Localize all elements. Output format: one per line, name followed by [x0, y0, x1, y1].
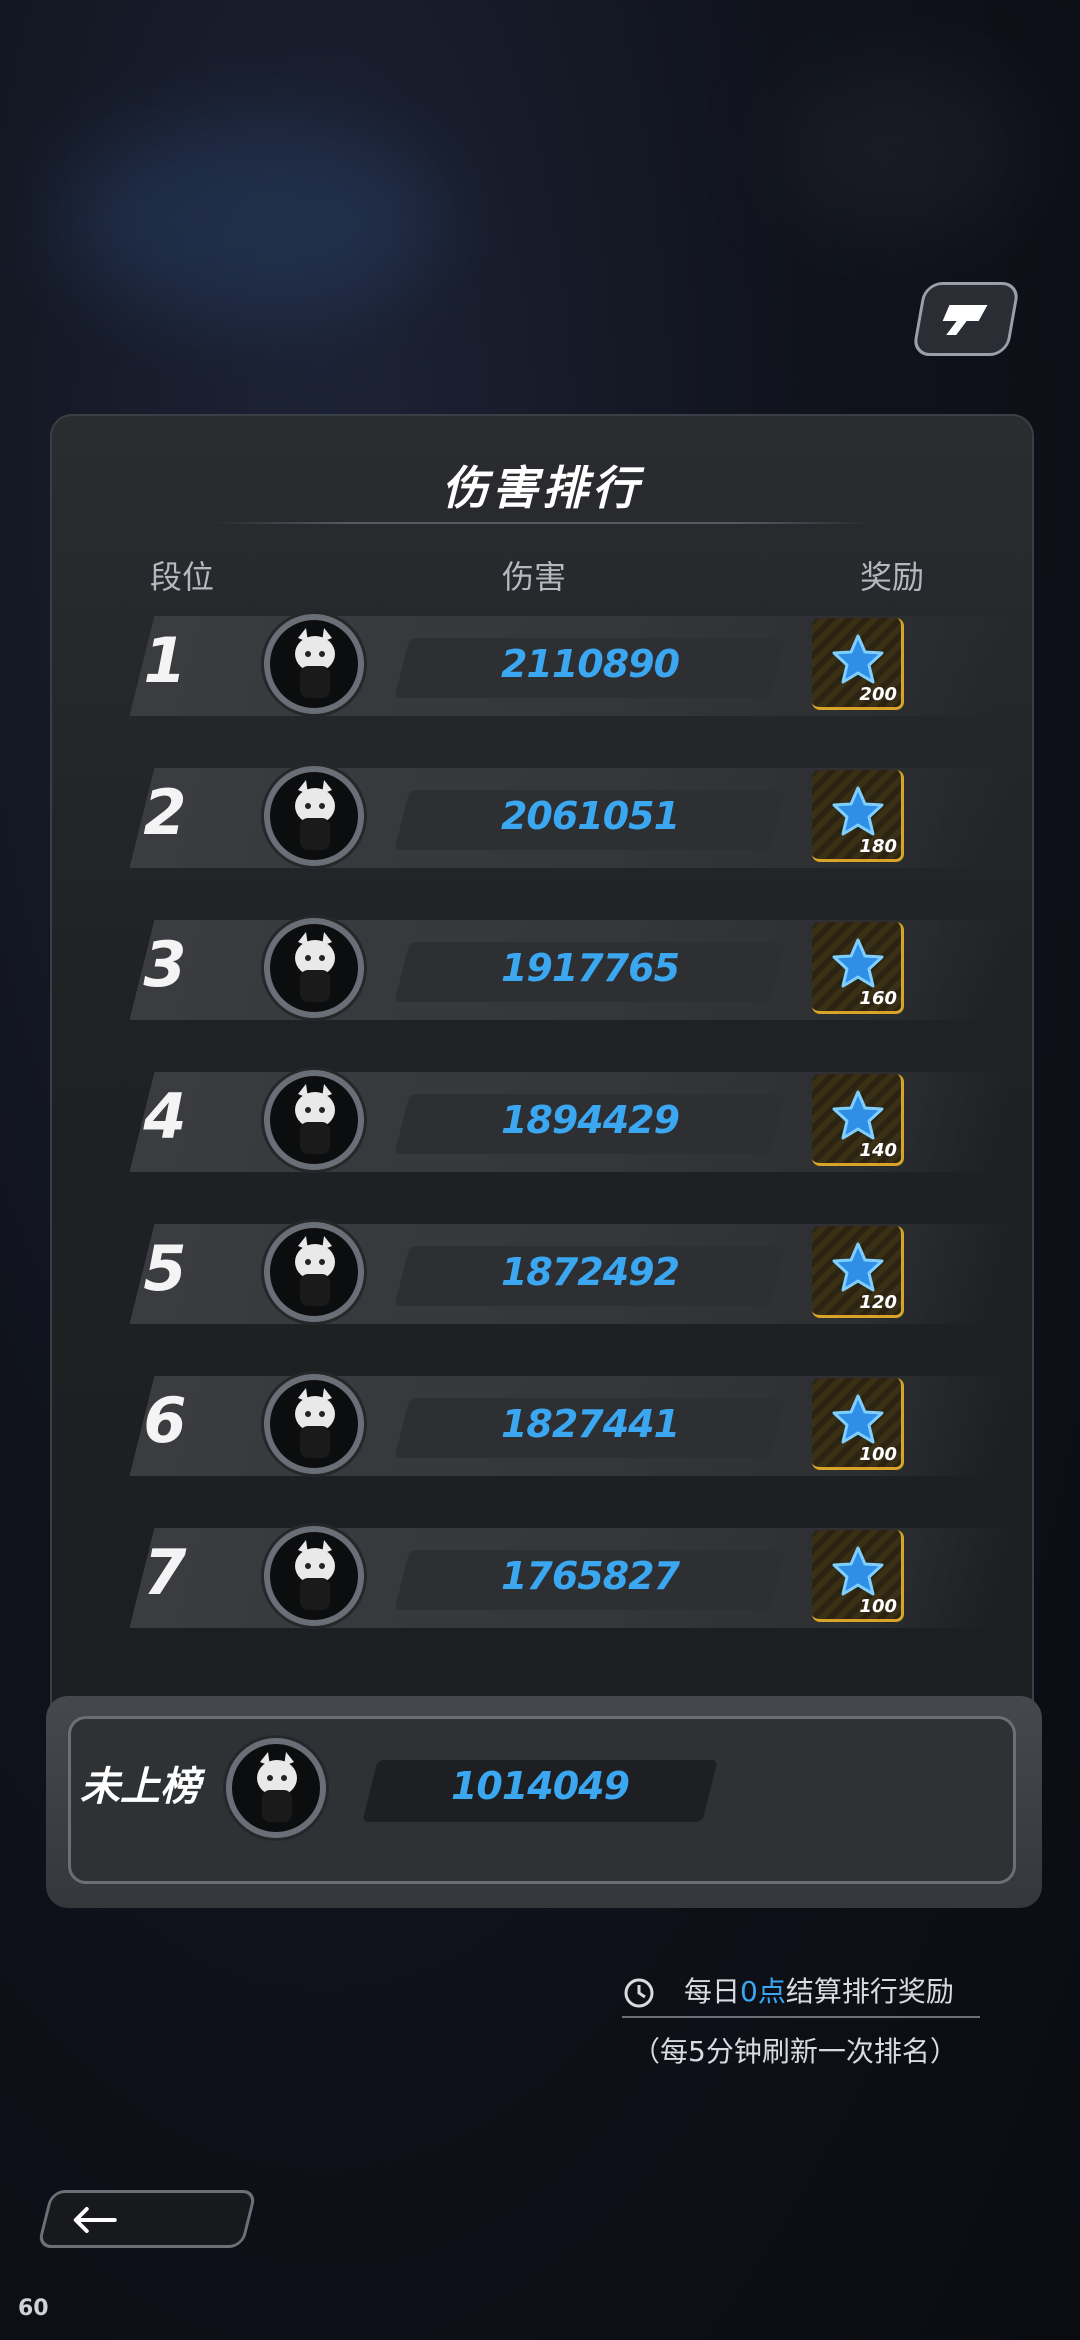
rank-number: 4 [143, 1080, 187, 1153]
rank-number: 6 [143, 1384, 187, 1457]
header-damage: 伤害 [502, 558, 567, 596]
rank-number: 5 [143, 1232, 187, 1305]
reward-amount: 180 [859, 836, 897, 857]
reward-amount: 160 [859, 988, 897, 1009]
player-avatar[interactable] [264, 766, 364, 866]
title-divider [212, 522, 872, 524]
refresh-note: （每5分钟刷新一次排名） [632, 2035, 958, 2068]
reward-item[interactable]: 180 [812, 770, 904, 862]
player-avatar[interactable] [264, 1374, 364, 1474]
reward-amount: 140 [859, 1140, 897, 1161]
player-avatar[interactable] [264, 918, 364, 1018]
table-row: 6 1827441 100 [52, 1366, 1036, 1486]
reward-amount: 100 [859, 1596, 897, 1617]
damage-value: 1894429 [500, 1098, 680, 1142]
player-avatar[interactable] [264, 1222, 364, 1322]
table-row: 3 1917765 160 [52, 910, 1036, 1030]
table-row: 5 1872492 120 [52, 1214, 1036, 1334]
damage-value: 1765827 [500, 1554, 680, 1598]
damage-ranking-panel: 伤害排行 段位 伤害 奖励 1 2110890 200 2 2061051 180 3 191… [46, 414, 1042, 1908]
share-icon [942, 305, 988, 335]
my-damage-value: 1014049 [450, 1764, 630, 1808]
table-row: 7 1765827 100 [52, 1518, 1036, 1638]
player-avatar[interactable] [264, 614, 364, 714]
panel-title: 伤害排行 [442, 461, 642, 515]
damage-value: 1917765 [500, 946, 680, 990]
player-avatar[interactable] [264, 1526, 364, 1626]
rank-number: 2 [143, 776, 187, 849]
damage-value: 2061051 [500, 794, 680, 838]
table-row: 4 1894429 140 [52, 1062, 1036, 1182]
rank-number: 7 [143, 1536, 187, 1609]
rank-number: 3 [143, 928, 187, 1001]
damage-value: 1827441 [500, 1402, 680, 1446]
note-underline [622, 2016, 980, 2018]
reward-item[interactable]: 160 [812, 922, 904, 1014]
arrow-left-icon [73, 2207, 117, 2233]
my-rank-label: 未上榜 [80, 1764, 200, 1810]
header-reward: 奖励 [860, 558, 925, 596]
player-avatar[interactable] [264, 1070, 364, 1170]
reward-item[interactable]: 120 [812, 1226, 904, 1318]
background-blur [780, 60, 1020, 240]
fps-counter: 60 [18, 2296, 49, 2321]
settlement-note: 每日0点结算排行奖励 [684, 1975, 954, 2008]
table-row: 2 2061051 180 [52, 758, 1036, 878]
share-button[interactable] [911, 282, 1021, 356]
damage-value: 2110890 [500, 642, 680, 686]
back-button[interactable] [36, 2190, 258, 2248]
reward-amount: 200 [859, 684, 897, 705]
reward-item[interactable]: 100 [812, 1378, 904, 1470]
rank-number: 1 [143, 624, 187, 697]
table-row: 1 2110890 200 [52, 606, 1036, 726]
reward-item[interactable]: 140 [812, 1074, 904, 1166]
damage-value: 1872492 [500, 1250, 680, 1294]
clock-icon [624, 1978, 654, 2008]
reward-item[interactable]: 100 [812, 1530, 904, 1622]
my-rank-card: 未上榜 1014049 [46, 1696, 1042, 1908]
header-rank: 段位 [150, 558, 215, 596]
background-blur [60, 120, 440, 320]
reward-amount: 120 [859, 1292, 897, 1313]
reward-item[interactable]: 200 [812, 618, 904, 710]
reward-amount: 100 [859, 1444, 897, 1465]
my-avatar[interactable] [226, 1738, 326, 1838]
